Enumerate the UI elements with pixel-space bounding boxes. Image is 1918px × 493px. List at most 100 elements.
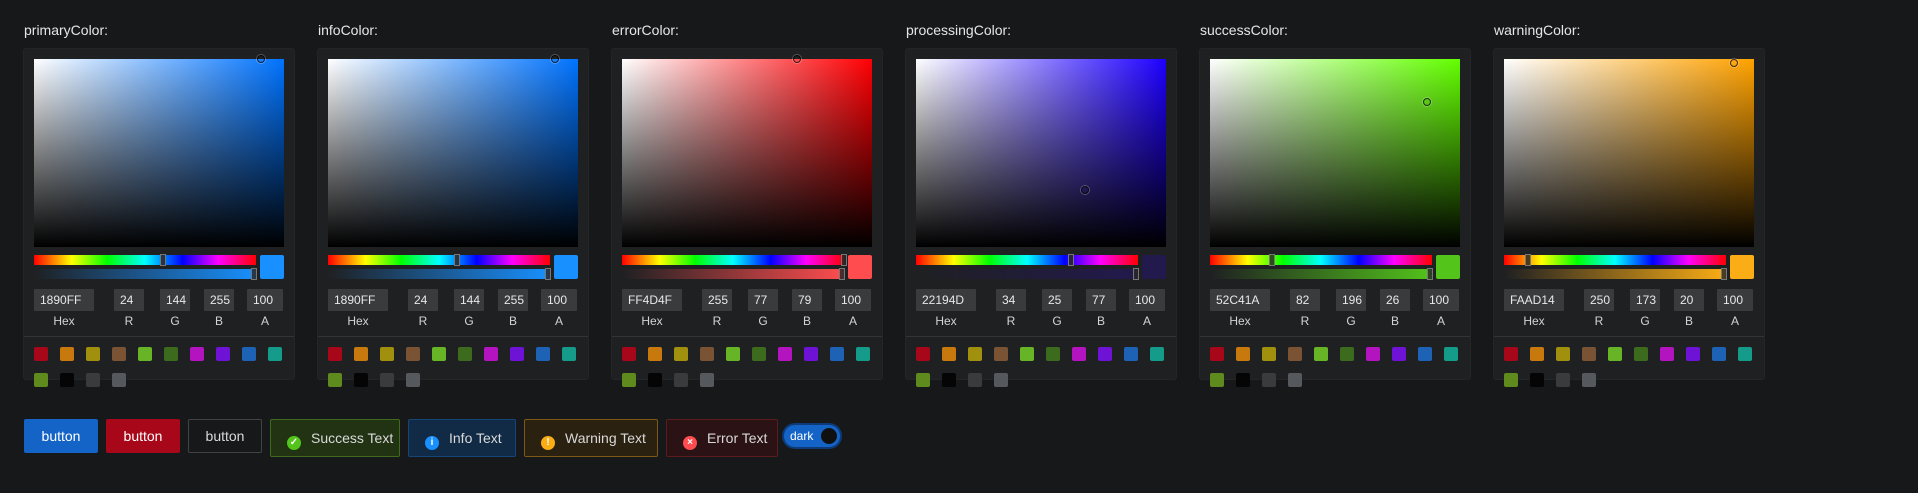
preset-swatch[interactable]: [432, 347, 446, 361]
preset-swatch[interactable]: [1634, 347, 1648, 361]
preset-swatch[interactable]: [1686, 347, 1700, 361]
alpha-slider[interactable]: [916, 268, 1139, 280]
danger-button[interactable]: button: [106, 419, 180, 453]
preset-swatch[interactable]: [354, 373, 368, 387]
saturation-cursor[interactable]: [1422, 98, 1431, 107]
preset-swatch[interactable]: [942, 373, 956, 387]
preset-swatch[interactable]: [1150, 347, 1164, 361]
a-input[interactable]: 100: [1717, 289, 1753, 311]
preset-swatch[interactable]: [700, 373, 714, 387]
alpha-slider[interactable]: [328, 268, 551, 280]
g-input[interactable]: 25: [1042, 289, 1072, 311]
hue-slider[interactable]: [328, 254, 550, 266]
a-input[interactable]: 100: [247, 289, 283, 311]
preset-swatch[interactable]: [380, 347, 394, 361]
preset-swatch[interactable]: [1712, 347, 1726, 361]
preset-swatch[interactable]: [1504, 373, 1518, 387]
b-input[interactable]: 77: [1086, 289, 1116, 311]
hex-input[interactable]: FF4D4F: [622, 289, 682, 311]
preset-swatch[interactable]: [1020, 347, 1034, 361]
r-input[interactable]: 82: [1290, 289, 1320, 311]
preset-swatch[interactable]: [1098, 347, 1112, 361]
preset-swatch[interactable]: [622, 347, 636, 361]
g-input[interactable]: 196: [1336, 289, 1366, 311]
preset-swatch[interactable]: [968, 347, 982, 361]
saturation-area[interactable]: [328, 55, 578, 247]
hex-input[interactable]: 1890FF: [328, 289, 388, 311]
preset-swatch[interactable]: [804, 347, 818, 361]
preset-swatch[interactable]: [674, 347, 688, 361]
theme-switch[interactable]: dark: [784, 425, 840, 447]
a-input[interactable]: 100: [1423, 289, 1459, 311]
preset-swatch[interactable]: [484, 347, 498, 361]
preset-swatch[interactable]: [138, 347, 152, 361]
hue-slider-handle[interactable]: [160, 254, 167, 266]
hex-input[interactable]: 22194D: [916, 289, 976, 311]
preset-swatch[interactable]: [916, 347, 930, 361]
preset-swatch[interactable]: [916, 373, 930, 387]
preset-swatch[interactable]: [1262, 373, 1276, 387]
alpha-slider[interactable]: [622, 268, 845, 280]
preset-swatch[interactable]: [1288, 373, 1302, 387]
b-input[interactable]: 79: [792, 289, 822, 311]
preset-swatch[interactable]: [1046, 347, 1060, 361]
preset-swatch[interactable]: [856, 347, 870, 361]
r-input[interactable]: 255: [702, 289, 732, 311]
preset-swatch[interactable]: [1236, 347, 1250, 361]
preset-swatch[interactable]: [1582, 347, 1596, 361]
hue-slider[interactable]: [916, 254, 1138, 266]
g-input[interactable]: 144: [454, 289, 484, 311]
saturation-cursor[interactable]: [1730, 58, 1738, 67]
saturation-area[interactable]: [1210, 59, 1460, 247]
preset-swatch[interactable]: [458, 347, 472, 361]
preset-swatch[interactable]: [1444, 347, 1458, 361]
a-input[interactable]: 100: [835, 289, 871, 311]
hue-slider-handle[interactable]: [454, 254, 461, 266]
b-input[interactable]: 20: [1674, 289, 1704, 311]
preset-swatch[interactable]: [1504, 347, 1518, 361]
preset-swatch[interactable]: [648, 347, 662, 361]
preset-swatch[interactable]: [406, 347, 420, 361]
hue-slider[interactable]: [1210, 254, 1432, 266]
a-input[interactable]: 100: [1129, 289, 1165, 311]
b-input[interactable]: 255: [498, 289, 528, 311]
preset-swatch[interactable]: [1366, 347, 1380, 361]
alpha-slider[interactable]: [34, 268, 257, 280]
r-input[interactable]: 250: [1584, 289, 1614, 311]
preset-swatch[interactable]: [510, 347, 524, 361]
saturation-cursor[interactable]: [550, 55, 559, 63]
preset-swatch[interactable]: [778, 347, 792, 361]
alpha-slider-handle[interactable]: [1133, 268, 1139, 280]
r-input[interactable]: 34: [996, 289, 1026, 311]
alpha-slider-handle[interactable]: [251, 268, 257, 280]
saturation-area[interactable]: [916, 59, 1166, 247]
preset-swatch[interactable]: [216, 347, 230, 361]
hue-slider-handle[interactable]: [1269, 254, 1276, 266]
preset-swatch[interactable]: [536, 347, 550, 361]
b-input[interactable]: 255: [204, 289, 234, 311]
g-input[interactable]: 173: [1630, 289, 1660, 311]
saturation-cursor[interactable]: [792, 55, 801, 63]
preset-swatch[interactable]: [60, 373, 74, 387]
alpha-slider[interactable]: [1504, 268, 1727, 280]
r-input[interactable]: 24: [408, 289, 438, 311]
alpha-slider-handle[interactable]: [1427, 268, 1433, 280]
preset-swatch[interactable]: [1556, 373, 1570, 387]
preset-swatch[interactable]: [86, 373, 100, 387]
r-input[interactable]: 24: [114, 289, 144, 311]
preset-swatch[interactable]: [1556, 347, 1570, 361]
hue-slider-handle[interactable]: [1067, 254, 1074, 266]
preset-swatch[interactable]: [622, 373, 636, 387]
preset-swatch[interactable]: [242, 347, 256, 361]
preset-swatch[interactable]: [1530, 373, 1544, 387]
preset-swatch[interactable]: [1262, 347, 1276, 361]
hue-slider[interactable]: [1504, 254, 1726, 266]
preset-swatch[interactable]: [1236, 373, 1250, 387]
saturation-cursor[interactable]: [1080, 186, 1089, 195]
preset-swatch[interactable]: [1340, 347, 1354, 361]
saturation-area[interactable]: [1504, 58, 1754, 247]
primary-button[interactable]: button: [24, 419, 98, 453]
preset-swatch[interactable]: [268, 347, 282, 361]
a-input[interactable]: 100: [541, 289, 577, 311]
preset-swatch[interactable]: [968, 373, 982, 387]
